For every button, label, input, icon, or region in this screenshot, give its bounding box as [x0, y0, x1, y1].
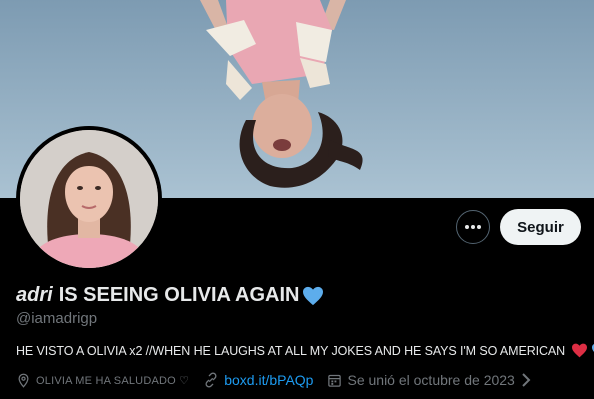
- blue-heart-icon: [303, 286, 324, 305]
- chevron-right-icon[interactable]: [521, 373, 531, 387]
- profile-location: OLIVIA ME HA SALUDADO ♡: [16, 373, 189, 388]
- display-name-italic: adri: [16, 284, 53, 306]
- profile-bio: HE VISTO A OLIVIA x2 //WHEN HE LAUGHS AT…: [16, 343, 594, 358]
- display-name: adri IS SEEING OLIVIA AGAIN: [16, 284, 324, 307]
- avatar-image: [20, 130, 158, 268]
- location-icon: [18, 373, 29, 388]
- bio-text: HE VISTO A OLIVIA x2 //WHEN HE LAUGHS AT…: [16, 343, 566, 358]
- more-options-button[interactable]: [456, 210, 490, 244]
- joined-text: Se unió el octubre de 2023: [347, 372, 515, 388]
- profile-website[interactable]: boxd.it/bPAQp: [203, 372, 313, 388]
- follow-button[interactable]: Seguir: [500, 209, 581, 245]
- profile-joined: Se unió el octubre de 2023: [327, 372, 535, 388]
- website-link[interactable]: boxd.it/bPAQp: [224, 372, 313, 388]
- location-text: OLIVIA ME HA SALUDADO ♡: [36, 374, 190, 387]
- display-name-text: IS SEEING OLIVIA AGAIN: [58, 284, 300, 306]
- more-icon: [465, 225, 481, 229]
- profile-handle: @iamadrigp: [16, 310, 98, 327]
- red-heart-icon: [572, 343, 588, 358]
- profile-avatar[interactable]: [16, 126, 162, 272]
- calendar-icon: [328, 374, 342, 387]
- link-icon: [205, 372, 217, 388]
- profile-meta: OLIVIA ME HA SALUDADO ♡ boxd.it/bPAQp Se…: [16, 372, 550, 388]
